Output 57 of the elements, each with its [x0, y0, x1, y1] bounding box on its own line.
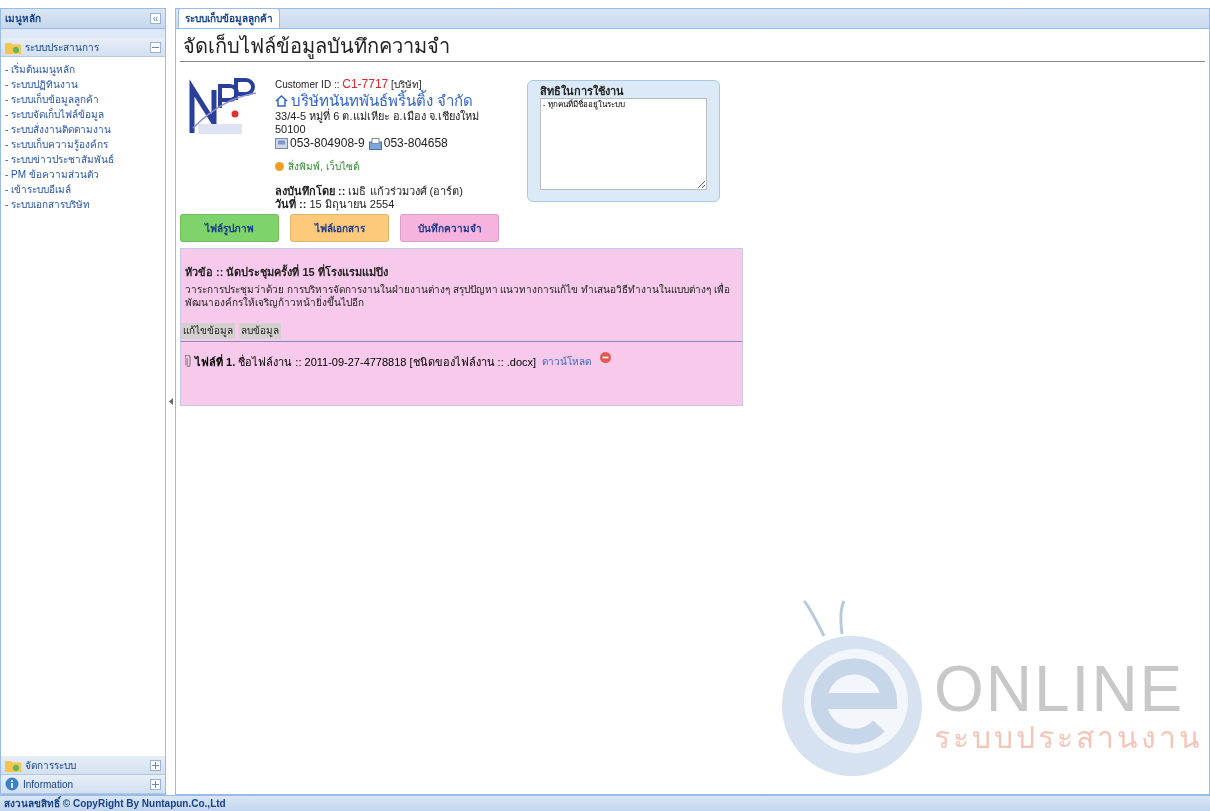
- address: 33/4-5 หมู่ที่ 6 ต.แม่เหียะ อ.เมือง จ.เชียงใหม่: [275, 110, 479, 123]
- menu-link[interactable]: - ระบบเก็บข้อมูลลูกค้า: [5, 92, 161, 107]
- rights-title: สิทธิในการใช้งาน: [539, 85, 625, 98]
- business-type: สิ่งพิมพ์, เว็บไซต์: [288, 160, 359, 173]
- panel-title: เมนูหลัก: [5, 12, 42, 26]
- menu-link[interactable]: - ระบบสั่งงานติดตามงาน: [5, 122, 161, 137]
- phone-icon: [275, 138, 288, 149]
- customer-id: C1-7717: [342, 77, 389, 91]
- menu-link[interactable]: - ระบบจัดเก็บไฟล์ข้อมูล: [5, 107, 161, 122]
- menu-link[interactable]: - PM ข้อความส่วนตัว: [5, 167, 161, 182]
- copyright-text: สงวนลขสิทธิ์ © CopyRight By Nuntapun.Co.,Ltd: [4, 796, 226, 811]
- category-button[interactable]: บันทึกความจำ: [400, 214, 499, 242]
- postcode: 50100: [275, 123, 307, 136]
- remove-icon[interactable]: [600, 352, 612, 364]
- plus-icon: [152, 761, 159, 769]
- accordion-header[interactable]: จัดการระบบ: [1, 756, 165, 775]
- section-label: จัดการระบบ: [25, 758, 77, 773]
- menu-link[interactable]: - ระบบข่าวประชาสัมพันธ์: [5, 152, 161, 167]
- splitter-arrow-icon[interactable]: [168, 398, 173, 405]
- company-name: บริษัทนันทพันธ์พริ้นติ้ง จำกัด: [291, 92, 474, 109]
- accordion-header[interactable]: ระบบประสานการ: [1, 38, 165, 57]
- recorded-by: ลงบันทึกโดย :: เมธิ แก้วร่วมวงศ์ (อาร์ต): [275, 185, 464, 197]
- customer-id-label: Customer ID ::: [275, 79, 340, 90]
- section-label: Information: [23, 777, 75, 792]
- rights-textarea[interactable]: - ทุกคนที่มีชื่ออยู่ในระบบ: [539, 98, 707, 190]
- menu-link[interactable]: - ระบบเอกสารบริษัท: [5, 197, 161, 212]
- customer-type: [บริษัท]: [391, 79, 422, 90]
- memo-body: วาระการประชุมว่าด้วย การบริหารจัดการงานในฝ่ายงานต่างๆ สรุปปัญหา แนวทางการแก้ไข ทำเสนอวิธีทำงานในแบบต่างๆ เพื่อพัฒนาองค์กรให้เจริญก้าวหน้ายิ่งขึ้นไปอีก: [185, 282, 731, 309]
- file-info: ไฟล์ที่ 1. ชื่อไฟล์งาน :: 2011-09-27-4778818 [ชนิดของไฟล์งาน :: .docx]: [195, 353, 537, 370]
- folder-icon: [5, 40, 21, 54]
- phone-number: 053-804908-9: [290, 136, 365, 151]
- action-button[interactable]: แก้ไขข้อมูล: [181, 322, 235, 339]
- menu-link[interactable]: - ระบบปฏิทินงาน: [5, 77, 161, 92]
- section-label: ระบบประสานการ: [25, 40, 100, 55]
- page-title: จัดเก็บไฟล์ข้อมูลบันทึกความจำ: [180, 29, 1205, 62]
- memo-subject: หัวข้อ :: นัดประชุมครั้งที่ 15 ที่โรงแรมแม่ปิง: [185, 264, 389, 281]
- category-button[interactable]: ไฟล์รูปภาพ: [180, 214, 279, 242]
- paperclip-icon: [185, 355, 192, 369]
- action-button[interactable]: ลบข้อมูล: [239, 322, 281, 339]
- expand-toggle[interactable]: [150, 778, 161, 790]
- accordion-header[interactable]: Information: [1, 775, 165, 794]
- folder-icon: [5, 758, 21, 772]
- collapse-button[interactable]: «: [150, 13, 161, 24]
- download-link[interactable]: ดาวน์โหลด: [542, 354, 592, 370]
- brand-subtitle: ระบบประสานงาน: [934, 721, 1203, 755]
- collapse-toggle[interactable]: [150, 41, 161, 53]
- tab[interactable]: ระบบเก็บข้อมูลลูกค้า: [178, 8, 280, 28]
- category-button[interactable]: ไฟล์เอกสาร: [290, 214, 389, 242]
- menu-link[interactable]: - เริ่มต้นเมนูหลัก: [5, 62, 161, 77]
- expand-toggle[interactable]: [150, 759, 161, 771]
- fax-number: 053-804658: [383, 136, 448, 151]
- house-icon: [275, 95, 288, 107]
- menu-link[interactable]: - เข้าระบบอีเมล์: [5, 182, 161, 197]
- info-icon: [5, 777, 19, 791]
- menu-link[interactable]: - ระบบเก็บความรู้องค์กร: [5, 137, 161, 152]
- fax-icon: [368, 137, 382, 150]
- plus-icon: [152, 780, 159, 788]
